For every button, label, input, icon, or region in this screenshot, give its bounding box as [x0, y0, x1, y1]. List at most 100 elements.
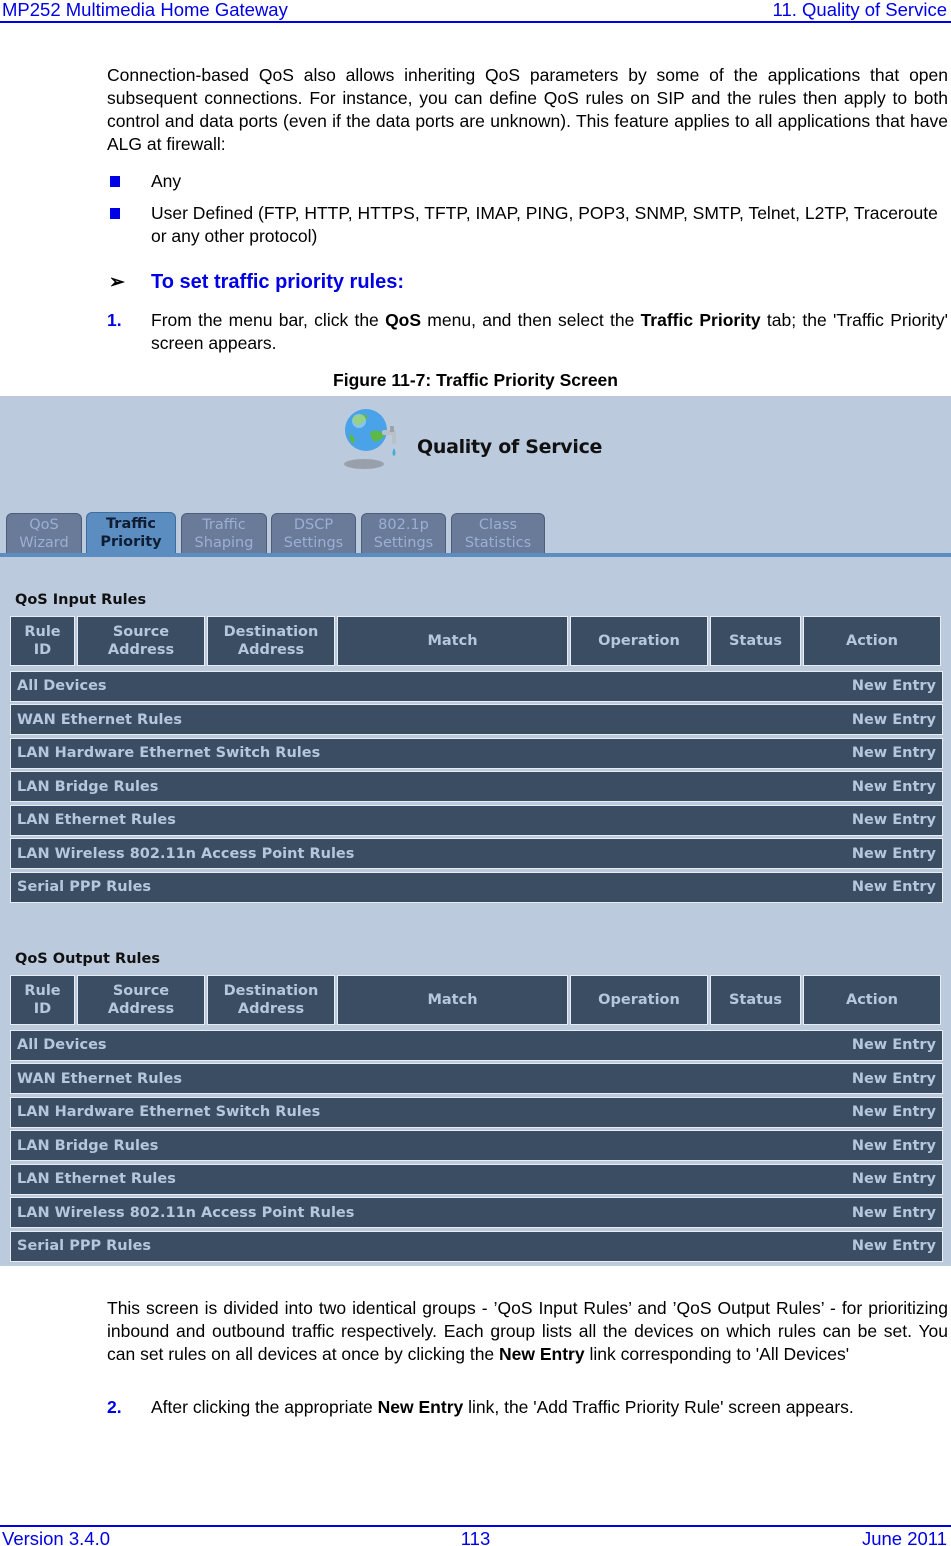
bold-term: QoS — [385, 310, 422, 330]
device-row: LAN Hardware Ethernet Switch Rules New En… — [10, 737, 943, 769]
device-row: All Devices New Entry — [10, 670, 943, 702]
column-header-label: Operation — [598, 632, 680, 650]
device-name: LAN Hardware Ethernet Switch Rules — [17, 1104, 321, 1120]
tab-traffic-shaping[interactable]: Traffic Shaping — [181, 513, 267, 554]
column-header-label: Operation — [598, 991, 680, 1009]
header-text: Status — [728, 633, 783, 649]
new-entry-link[interactable]: New Entry — [852, 1071, 936, 1087]
device-name: WAN Ethernet Rules — [17, 1070, 182, 1087]
column-header: Source Address — [77, 975, 205, 1025]
device-row: LAN Bridge Rules New Entry — [10, 1130, 943, 1161]
description-paragraph: This screen is divided into two identica… — [107, 1297, 948, 1366]
figure-caption: Figure 11-7: Traffic Priority Screen — [333, 370, 618, 390]
device-row: LAN Wireless 802.11n Access Point Rules N… — [10, 1197, 943, 1228]
header-text: Rule — [24, 983, 61, 999]
bold-term: Traffic Priority — [640, 310, 761, 330]
qos-screenshot: Quality of Service QoS Wizard Traffic Prio… — [0, 396, 951, 1266]
tab-8021p-settings[interactable]: 802.1p Settings — [361, 513, 446, 554]
tab-label: Shaping — [194, 535, 254, 551]
header-text: Rule — [24, 624, 61, 640]
column-header-label: Source Address — [108, 982, 174, 1018]
procedure-title: To set traffic priority rules: — [151, 271, 405, 293]
device-row: LAN Wireless 802.11n Access Point Rules N… — [10, 838, 943, 869]
new-entry-link[interactable]: New Entry — [852, 779, 936, 795]
device-name: LAN Ethernet Rules — [17, 1171, 176, 1187]
device-row: WAN Ethernet Rules New Entry — [10, 704, 943, 735]
tab-label: 802.1p — [378, 517, 429, 533]
device-row: Serial PPP Rules New Entry — [10, 871, 943, 903]
device-row: LAN Ethernet Rules New Entry — [10, 804, 943, 836]
bold-term: New Entry — [499, 1344, 585, 1364]
header-text: Action — [845, 633, 898, 649]
header-text: Address — [237, 642, 305, 658]
column-header-label: Destination Address — [224, 623, 319, 659]
new-entry-link[interactable]: New Entry — [852, 1171, 936, 1187]
device-name: LAN Wireless 802.11n Access Point Rules — [17, 1204, 355, 1221]
table-header-row: Rule ID Source Address Destination Address Mat… — [10, 975, 943, 1027]
new-entry-link[interactable]: New Entry — [852, 1104, 936, 1120]
header-text: Address — [107, 1001, 175, 1017]
header-text: ID — [33, 642, 52, 658]
column-header: Operation — [570, 975, 708, 1025]
tab-label: Traffic — [106, 516, 156, 532]
column-header: Source Address — [77, 616, 205, 666]
column-header: Status — [710, 616, 801, 666]
text: menu, and then select the — [421, 310, 641, 330]
header-text: Operation — [598, 992, 680, 1008]
header-text: ID — [33, 1001, 52, 1017]
device-name: WAN Ethernet Rules — [17, 711, 182, 728]
tab-label: Priority — [100, 534, 162, 550]
header-text: Address — [237, 1001, 305, 1017]
device-name: Serial PPP Rules — [17, 1238, 152, 1254]
tab-dscp-settings[interactable]: DSCP Settings — [271, 513, 356, 554]
header-text: Status — [728, 992, 783, 1008]
new-entry-link[interactable]: New Entry — [852, 1205, 936, 1221]
footer-page-number: 113 — [460, 1528, 491, 1546]
qos-title-text: Quality of Service — [417, 436, 603, 458]
header-text: Match — [427, 633, 478, 649]
new-entry-link[interactable]: New Entry — [852, 678, 936, 694]
tab-qos-wizard[interactable]: QoS Wizard — [6, 513, 82, 554]
tab-traffic-priority[interactable]: Traffic Priority — [86, 512, 176, 555]
column-header-label: Status — [729, 991, 782, 1009]
new-entry-link[interactable]: New Entry — [852, 1238, 936, 1254]
column-header: Rule ID — [10, 975, 75, 1025]
column-header: Operation — [570, 616, 708, 666]
device-name: All Devices — [17, 678, 107, 694]
new-entry-link[interactable]: New Entry — [852, 1037, 936, 1053]
device-row: WAN Ethernet Rules New Entry — [10, 1063, 943, 1094]
header-text: Address — [107, 642, 175, 658]
intro-paragraph: Connection-based QoS also allows inherit… — [107, 65, 948, 154]
column-header: Match — [337, 975, 568, 1025]
column-header-label: Destination Address — [224, 982, 319, 1018]
column-header: Status — [710, 975, 801, 1025]
device-row: LAN Bridge Rules New Entry — [10, 771, 943, 802]
device-row: LAN Hardware Ethernet Switch Rules New En… — [10, 1096, 943, 1128]
header-text: Destination — [223, 983, 319, 999]
new-entry-link[interactable]: New Entry — [852, 712, 936, 728]
header-text: Operation — [598, 633, 680, 649]
tab-label: QoS — [29, 517, 59, 533]
text: From the menu bar, click the — [151, 310, 386, 330]
arrow-bullet-icon: ➢ — [109, 272, 125, 293]
tab-label: Statistics — [464, 535, 532, 551]
tab-class-statistics[interactable]: Class Statistics — [451, 513, 545, 554]
bold-term: New Entry — [377, 1397, 464, 1417]
device-name: LAN Bridge Rules — [17, 1137, 159, 1154]
new-entry-link[interactable]: New Entry — [852, 812, 936, 828]
new-entry-link[interactable]: New Entry — [852, 846, 936, 862]
tab-underline — [0, 553, 951, 557]
header-text: Destination — [223, 624, 319, 640]
tab-label: Settings — [283, 535, 344, 551]
column-header-label: Action — [846, 632, 898, 650]
column-header: Action — [803, 616, 941, 666]
new-entry-link[interactable]: New Entry — [852, 879, 936, 895]
device-name: LAN Ethernet Rules — [17, 812, 176, 828]
square-bullet-icon — [110, 176, 120, 187]
globe-faucet-icon — [344, 409, 396, 469]
tab-label: Settings — [373, 535, 434, 551]
tab-bar: QoS Wizard Traffic Priority Traffic Shaping… — [0, 512, 951, 558]
new-entry-link[interactable]: New Entry — [852, 745, 936, 761]
text: After clicking the appropriate — [151, 1397, 378, 1417]
new-entry-link[interactable]: New Entry — [852, 1138, 936, 1154]
